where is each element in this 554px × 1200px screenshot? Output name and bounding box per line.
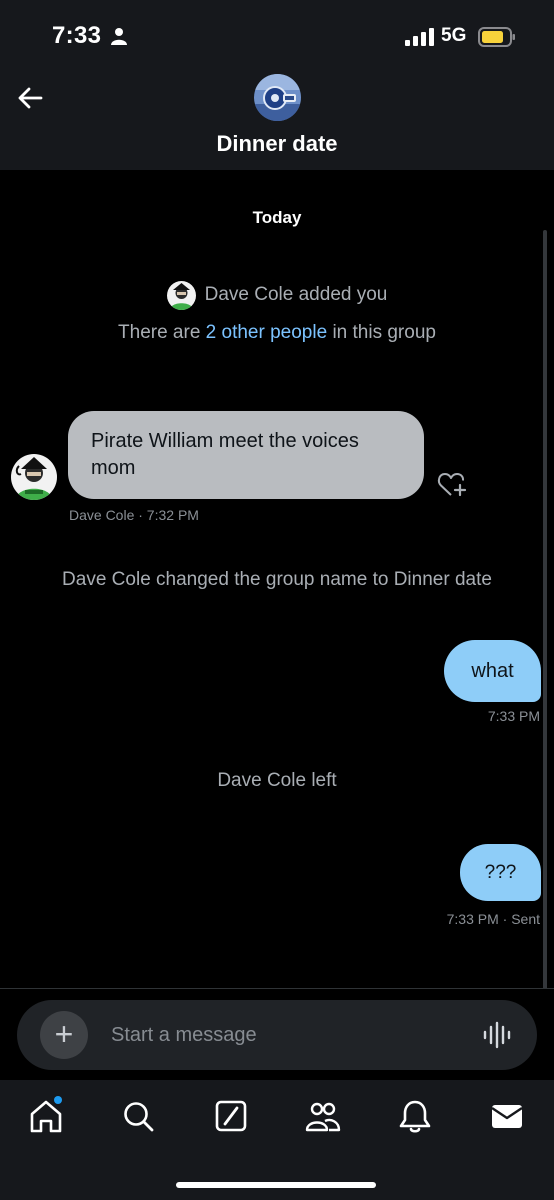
members-suffix: in this group — [327, 322, 436, 343]
avatar[interactable] — [166, 280, 196, 310]
incoming-message-meta: Dave Cole · 7:32 PM — [69, 507, 199, 523]
bottom-navigation — [0, 1080, 554, 1200]
voice-message-icon[interactable] — [481, 1019, 513, 1051]
heart-plus-icon[interactable] — [436, 470, 468, 498]
conversation-title: Dinner date — [216, 131, 338, 156]
sender-avatar[interactable] — [11, 454, 57, 500]
notifications-icon[interactable] — [395, 1096, 435, 1136]
messages-icon[interactable] — [487, 1096, 527, 1136]
date-separator: Today — [252, 208, 302, 227]
system-message-added: Dave Cole added you — [204, 284, 388, 305]
communities-icon[interactable] — [303, 1096, 343, 1136]
user-avatar-image — [11, 454, 57, 500]
signal-icon — [405, 28, 434, 46]
members-prefix: There are — [118, 322, 206, 343]
outgoing-message-meta: 7:33 PM · Sent — [446, 911, 540, 927]
message-list[interactable]: Today Dave Cole added you There are 2 ot… — [0, 170, 554, 1150]
home-indicator — [176, 1182, 376, 1188]
search-icon[interactable] — [118, 1096, 158, 1136]
conversation-header: Dinner date — [0, 70, 554, 170]
battery-icon — [478, 27, 515, 47]
grok-icon[interactable] — [211, 1096, 251, 1136]
message-input[interactable] — [111, 1014, 451, 1056]
arrow-left-icon[interactable] — [12, 82, 48, 114]
outgoing-message-meta: 7:33 PM — [487, 708, 540, 724]
status-time: 7:33 — [52, 22, 102, 49]
network-type: 5G — [441, 25, 467, 46]
add-media-button[interactable]: + — [40, 1011, 88, 1059]
group-avatar[interactable] — [254, 74, 301, 121]
user-avatar-image — [166, 280, 196, 310]
status-bar: 7:33 5G — [0, 0, 554, 70]
person-icon — [111, 28, 127, 45]
outgoing-message-bubble[interactable]: what — [444, 640, 541, 702]
system-message-left: Dave Cole left — [217, 770, 337, 791]
other-people-link[interactable]: 2 other people — [206, 322, 328, 343]
message-composer: + — [17, 1000, 537, 1070]
group-avatar-image — [254, 74, 301, 121]
plus-icon: + — [54, 1016, 74, 1052]
outgoing-message-bubble[interactable]: ??? — [460, 844, 541, 901]
system-added-notice: Dave Cole added you — [0, 280, 554, 310]
incoming-message-bubble[interactable]: Pirate William meet the voices mom — [68, 411, 424, 499]
system-message-name-change: Dave Cole changed the group name to Dinn… — [62, 569, 492, 590]
composer-area: + — [0, 988, 554, 1080]
group-members-notice: There are 2 other people in this group — [0, 322, 554, 344]
notification-dot — [54, 1096, 62, 1104]
